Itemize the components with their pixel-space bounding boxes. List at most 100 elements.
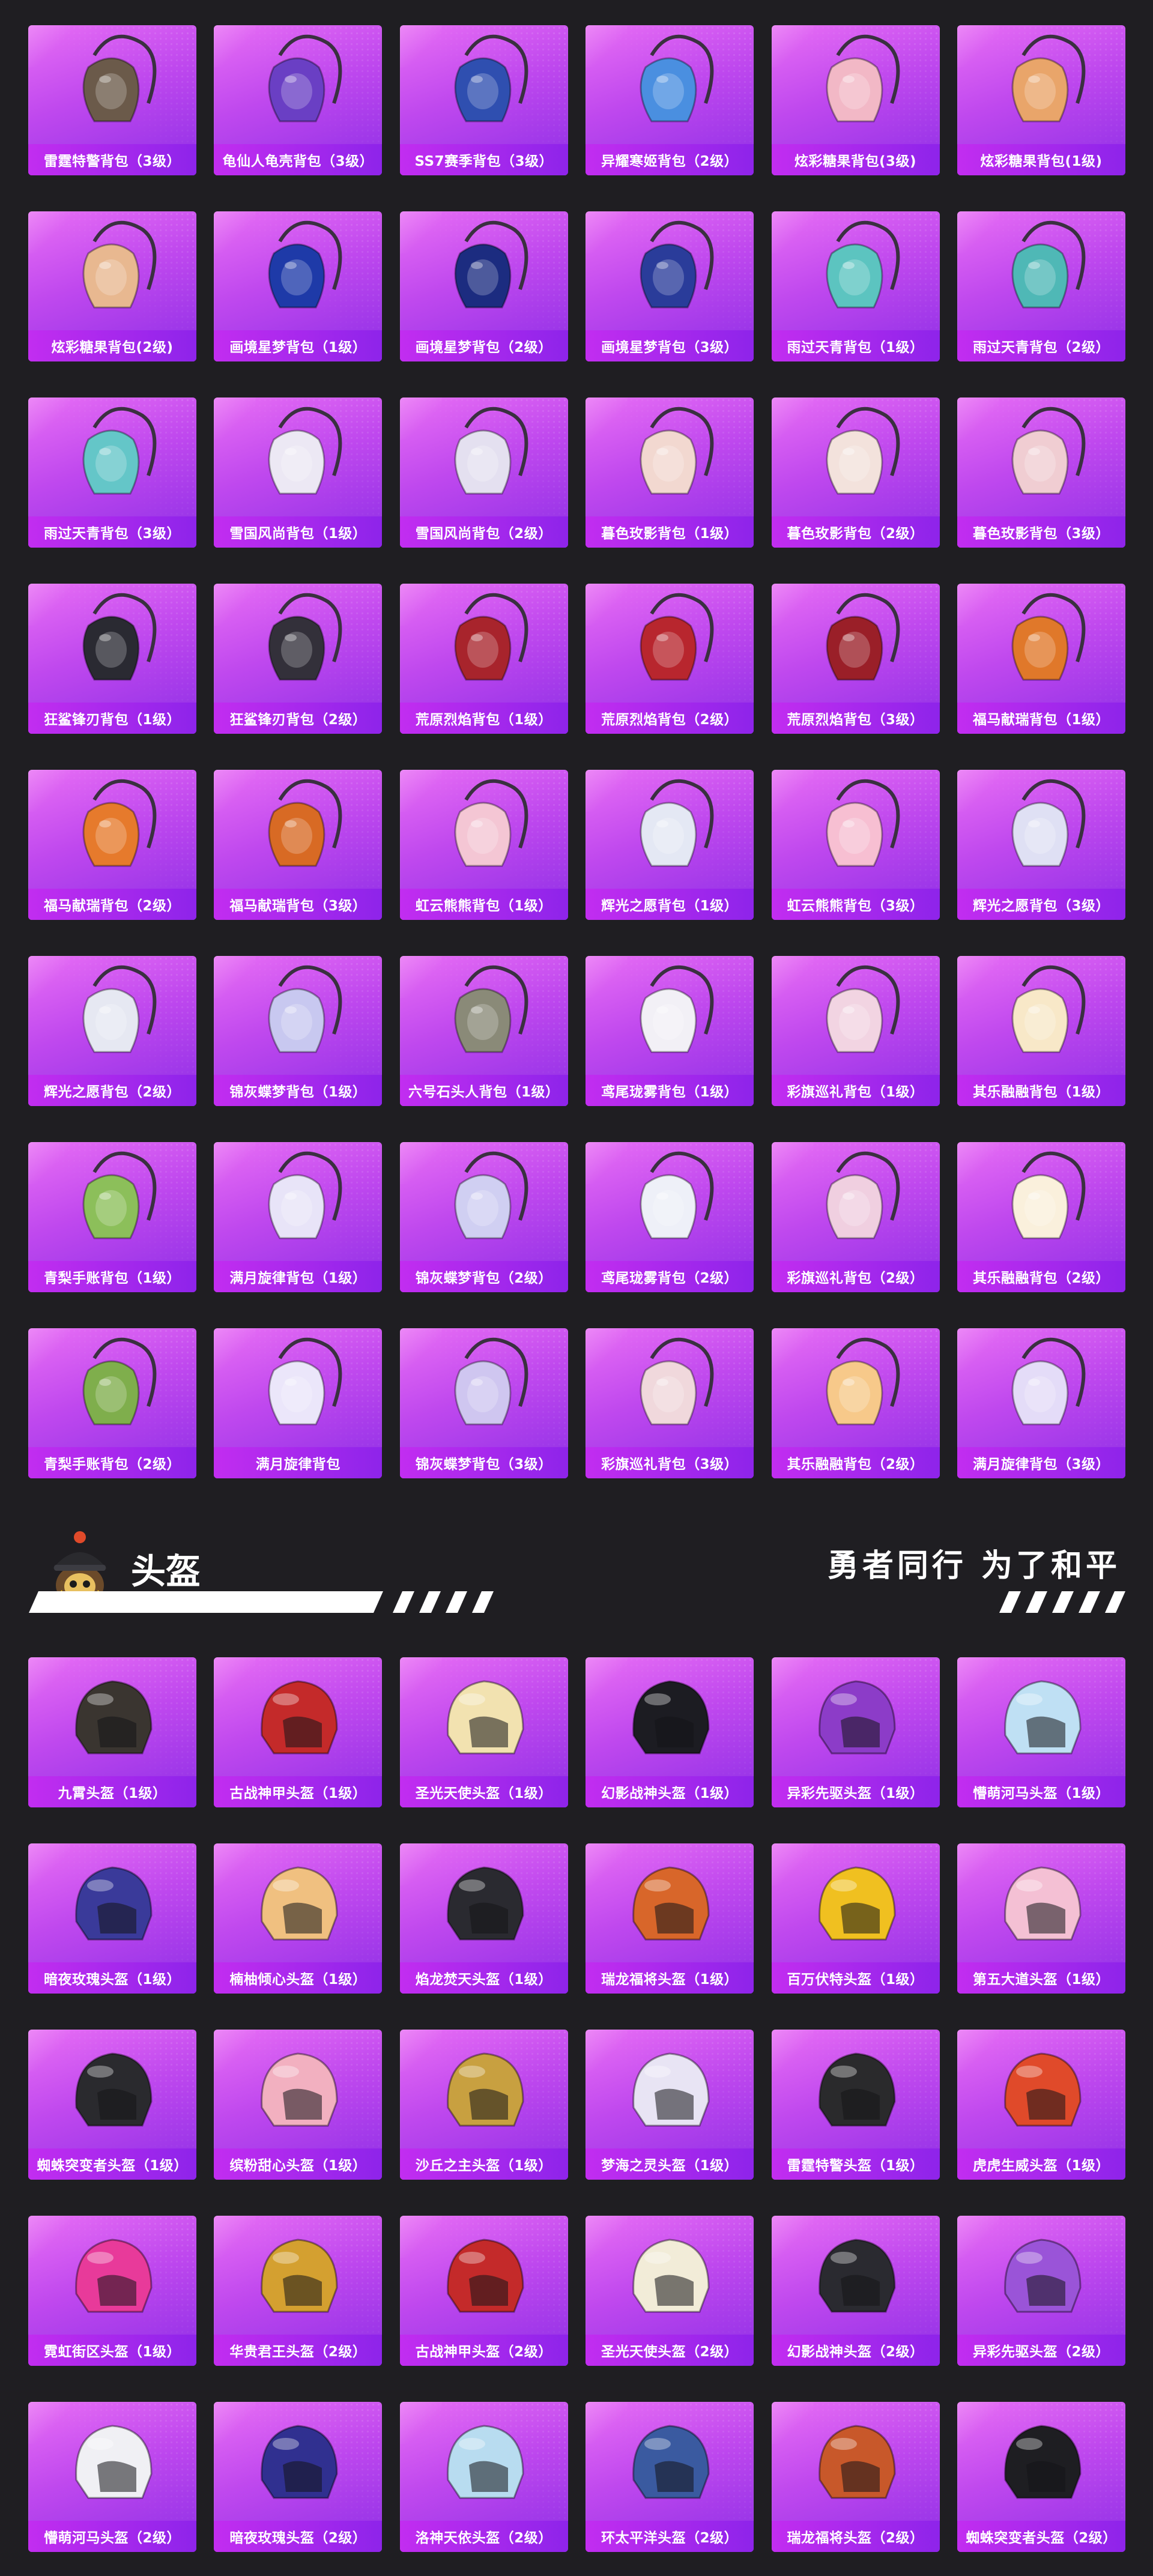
- backpack-card[interactable]: 青梨手账背包（1级）: [28, 1142, 196, 1292]
- backpack-card[interactable]: 雪国风尚背包（2级）: [399, 398, 568, 548]
- helmet-card[interactable]: 暗夜玫瑰头盔（1级）: [28, 1843, 196, 1994]
- backpack-card[interactable]: 福马献瑞背包（1级）: [957, 584, 1125, 734]
- backpack-card[interactable]: 雨过天青背包（3级）: [28, 398, 196, 548]
- backpack-card[interactable]: 虹云熊熊背包（1级）: [399, 770, 568, 920]
- backpack-card[interactable]: 异耀寒姬背包（2级）: [586, 25, 754, 175]
- backpack-card[interactable]: 青梨手账背包（2级）: [28, 1328, 196, 1478]
- item-label-bar: 辉光之愿背包（3级）: [957, 889, 1125, 920]
- backpack-card[interactable]: 其乐融融背包（2级）: [957, 1142, 1125, 1292]
- helmet-card[interactable]: 第五大道头盔（1级）: [957, 1843, 1125, 1994]
- backpack-card[interactable]: 荒原烈焰背包（3级）: [771, 584, 940, 734]
- helmet-card[interactable]: 幻影战神头盔（2级）: [771, 2216, 940, 2366]
- helmet-card[interactable]: 暗夜玫瑰头盔（2级）: [214, 2402, 383, 2552]
- helmet-card[interactable]: 蜘蛛突变者头盔（2级）: [957, 2402, 1125, 2552]
- item-art: [454, 34, 528, 122]
- backpack-card[interactable]: 暮色玫影背包（3级）: [957, 398, 1125, 548]
- backpack-card[interactable]: 锦灰蝶梦背包（2级）: [399, 1142, 568, 1292]
- item-label: 画境星梦背包（1级）: [229, 340, 367, 355]
- helmet-card[interactable]: 虎虎生威头盔（1级）: [957, 2030, 1125, 2180]
- item-art: [82, 34, 157, 122]
- item-label-bar: 雨过天青背包（2级）: [957, 330, 1125, 361]
- backpack-card[interactable]: 彩旗巡礼背包（2级）: [771, 1142, 940, 1292]
- item-label: 满月旋律背包: [255, 1457, 340, 1472]
- helmet-card[interactable]: 楠柚倾心头盔（1级）: [214, 1843, 383, 1994]
- helmet-card[interactable]: 古战神甲头盔（2级）: [399, 2216, 568, 2366]
- helmet-card[interactable]: 雷霆特警头盔（1级）: [771, 2030, 940, 2180]
- backpack-card[interactable]: 狂鲨锋刃背包（1级）: [28, 584, 196, 734]
- item-label-bar: 青梨手账背包（2级）: [28, 1447, 196, 1478]
- backpack-card[interactable]: 满月旋律背包（3级）: [957, 1328, 1125, 1478]
- item-label: 狂鲨锋刃背包（2级）: [229, 712, 367, 728]
- item-label-bar: 异彩先驱头盔（2级）: [957, 2335, 1125, 2366]
- item-label-bar: 青梨手账背包（1级）: [28, 1261, 196, 1292]
- helmet-card[interactable]: 缤粉甜心头盔（1级）: [214, 2030, 383, 2180]
- backpack-card[interactable]: 鸢尾珑雾背包（1级）: [586, 956, 754, 1106]
- helmet-card[interactable]: 蜘蛛突变者头盔（1级）: [28, 2030, 196, 2180]
- helmet-card[interactable]: 洛神天依头盔（2级）: [399, 2402, 568, 2552]
- backpack-card[interactable]: 福马献瑞背包（3级）: [214, 770, 383, 920]
- backpack-card[interactable]: 暮色玫影背包（1级）: [586, 398, 754, 548]
- helmet-card[interactable]: 圣光天使头盔（2级）: [586, 2216, 754, 2366]
- backpack-card[interactable]: 画境星梦背包（2级）: [399, 211, 568, 361]
- item-label-bar: 异耀寒姬背包（2级）: [586, 144, 754, 175]
- backpack-card[interactable]: 彩旗巡礼背包（3级）: [586, 1328, 754, 1478]
- backpack-card[interactable]: 雷霆特警背包（3级）: [28, 25, 196, 175]
- item-art: [454, 779, 528, 867]
- helmet-card[interactable]: 瑞龙福将头盔（2级）: [771, 2402, 940, 2552]
- backpack-card[interactable]: 雪国风尚背包（1级）: [214, 398, 383, 548]
- helmet-card[interactable]: 百万伏特头盔（1级）: [771, 1843, 940, 1994]
- backpack-card[interactable]: 福马献瑞背包（2级）: [28, 770, 196, 920]
- backpack-card[interactable]: 辉光之愿背包（1级）: [586, 770, 754, 920]
- helmet-card[interactable]: 圣光天使头盔（1级）: [399, 1657, 568, 1807]
- backpack-card[interactable]: 荒原烈焰背包（2级）: [586, 584, 754, 734]
- backpack-card[interactable]: 狂鲨锋刃背包（2级）: [214, 584, 383, 734]
- helmet-card[interactable]: 异彩先驱头盔（2级）: [957, 2216, 1125, 2366]
- helmet-card[interactable]: 懵萌河马头盔（2级）: [28, 2402, 196, 2552]
- item-art: [82, 779, 157, 867]
- backpack-card[interactable]: 暮色玫影背包（2级）: [771, 398, 940, 548]
- item-label-bar: 梦海之灵头盔（1级）: [586, 2148, 754, 2180]
- helmet-card[interactable]: 梦海之灵头盔（1级）: [586, 2030, 754, 2180]
- helmet-card[interactable]: 沙丘之主头盔（1级）: [399, 2030, 568, 2180]
- backpack-card[interactable]: 炫彩糖果背包(1级): [957, 25, 1125, 175]
- helmet-card[interactable]: 幻影战神头盔（1级）: [586, 1657, 754, 1807]
- backpack-card[interactable]: 炫彩糖果背包(3级): [771, 25, 940, 175]
- helmet-card[interactable]: 环太平洋头盔（2级）: [586, 2402, 754, 2552]
- backpack-card[interactable]: 荒原烈焰背包（1级）: [399, 584, 568, 734]
- backpack-card[interactable]: 炫彩糖果背包(2级): [28, 211, 196, 361]
- backpack-card[interactable]: 辉光之愿背包（2级）: [28, 956, 196, 1106]
- helmet-card[interactable]: 九霄头盔（1级）: [28, 1657, 196, 1807]
- helmet-card[interactable]: 华贵君王头盔（2级）: [214, 2216, 383, 2366]
- backpack-card[interactable]: 其乐融融背包（2级）: [771, 1328, 940, 1478]
- helmet-card[interactable]: 瑞龙福将头盔（1级）: [586, 1843, 754, 1994]
- backpack-card[interactable]: 画境星梦背包（1级）: [214, 211, 383, 361]
- backpack-card[interactable]: 龟仙人龟壳背包（3级）: [214, 25, 383, 175]
- helmet-card[interactable]: 懵萌河马头盔（1级）: [957, 1657, 1125, 1807]
- speed-bar-decoration: [29, 1591, 494, 1613]
- backpack-card[interactable]: SS7赛季背包（3级）: [399, 25, 568, 175]
- item-art: [454, 407, 528, 495]
- backpack-card[interactable]: 锦灰蝶梦背包（1级）: [214, 956, 383, 1106]
- item-label: 暗夜玫瑰头盔（2级）: [229, 2530, 367, 2546]
- backpack-card[interactable]: 画境星梦背包（3级）: [586, 211, 754, 361]
- backpack-card[interactable]: 六号石头人背包（1级）: [399, 956, 568, 1106]
- item-art: [1011, 965, 1086, 1053]
- backpack-card[interactable]: 满月旋律背包（1级）: [214, 1142, 383, 1292]
- backpack-card[interactable]: 彩旗巡礼背包（1级）: [771, 956, 940, 1106]
- backpack-card[interactable]: 锦灰蝶梦背包（3级）: [399, 1328, 568, 1478]
- helmet-card[interactable]: 焰龙焚天头盔（1级）: [399, 1843, 568, 1994]
- helmet-card[interactable]: 霓虹街区头盔（1级）: [28, 2216, 196, 2366]
- item-label: 辉光之愿背包（2级）: [43, 1084, 181, 1100]
- backpack-card[interactable]: 虹云熊熊背包（3级）: [771, 770, 940, 920]
- backpack-card[interactable]: 雨过天青背包（1级）: [771, 211, 940, 361]
- backpack-card[interactable]: 雨过天青背包（2级）: [957, 211, 1125, 361]
- backpack-card[interactable]: 满月旋律背包: [214, 1328, 383, 1478]
- item-art: [640, 779, 714, 867]
- backpack-card[interactable]: 鸢尾珑雾背包（2级）: [586, 1142, 754, 1292]
- helmet-card[interactable]: 古战神甲头盔（1级）: [214, 1657, 383, 1807]
- item-label: 炫彩糖果背包(1级): [980, 154, 1103, 169]
- backpack-card[interactable]: 其乐融融背包（1级）: [957, 956, 1125, 1106]
- helmet-card[interactable]: 异彩先驱头盔（1级）: [771, 1657, 940, 1807]
- item-label-bar: 其乐融融背包（1级）: [957, 1075, 1125, 1106]
- backpack-card[interactable]: 辉光之愿背包（3级）: [957, 770, 1125, 920]
